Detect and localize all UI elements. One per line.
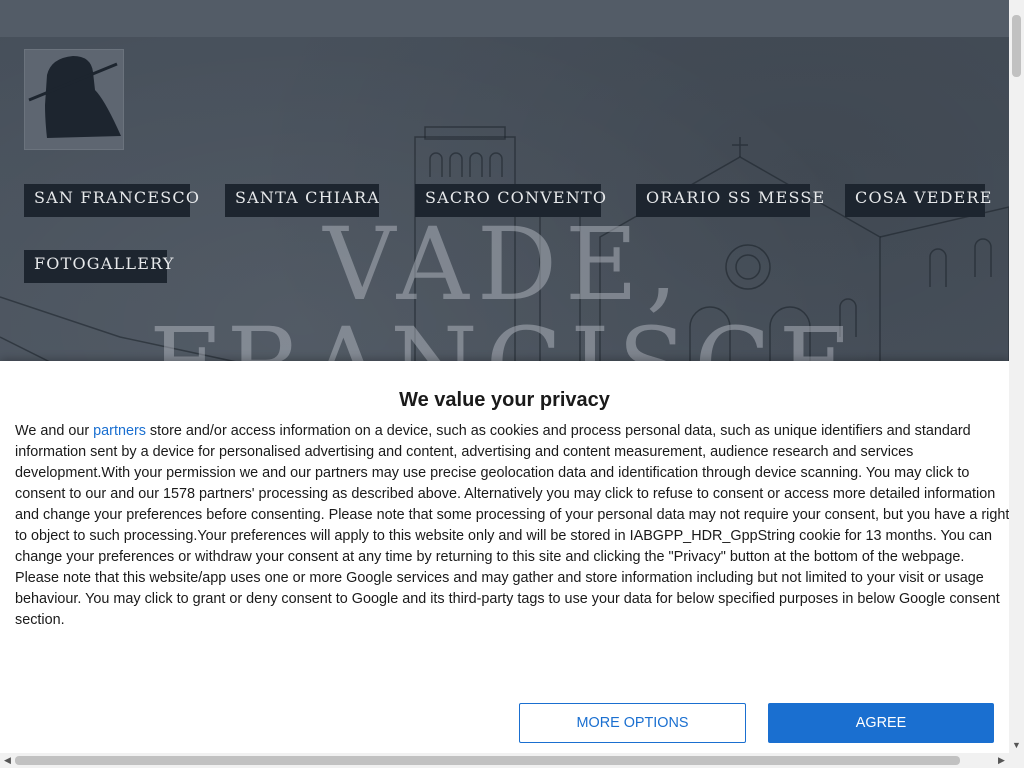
agree-button[interactable]: AGREE [768,703,994,743]
consent-text-intro: We and our [15,423,94,439]
nav-santa-chiara[interactable]: SANTA CHIARA [225,184,379,217]
vertical-scrollbar[interactable] [1009,0,1024,753]
consent-description: We and our partners store and/or access … [15,421,1009,631]
arrow-down-icon[interactable]: ▼ [1009,738,1024,753]
friar-silhouette-logo-icon [28,56,121,138]
nav-cosa-vedere[interactable]: COSA VEDERE [845,184,991,217]
nav-sacro-convento[interactable]: SACRO CONVENTO [415,184,606,217]
vertical-scrollbar-thumb[interactable] [1012,15,1021,77]
nav-orario-ss-messe[interactable]: ORARIO SS MESSE [636,184,824,217]
nav-fotogallery[interactable]: FOTOGALLERY [24,250,173,283]
consent-title: We value your privacy [399,389,610,411]
top-bar [0,0,1009,37]
page: VADE, FRANCISCE SAN FRANCESCO SANTA CHIA… [0,0,1009,753]
consent-text-body: store and/or access information on a dev… [15,423,1009,628]
arrow-left-icon[interactable]: ◀ [0,753,15,768]
privacy-consent-dialog: We value your privacy We and our partner… [0,361,1009,753]
site-logo[interactable] [24,49,124,150]
arrow-right-icon[interactable]: ▶ [994,753,1009,768]
horizontal-scrollbar-thumb[interactable] [15,756,960,765]
nav-san-francesco[interactable]: SAN FRANCESCO [24,184,199,217]
partners-link[interactable]: partners [93,423,146,439]
more-options-button[interactable]: MORE OPTIONS [519,703,746,743]
